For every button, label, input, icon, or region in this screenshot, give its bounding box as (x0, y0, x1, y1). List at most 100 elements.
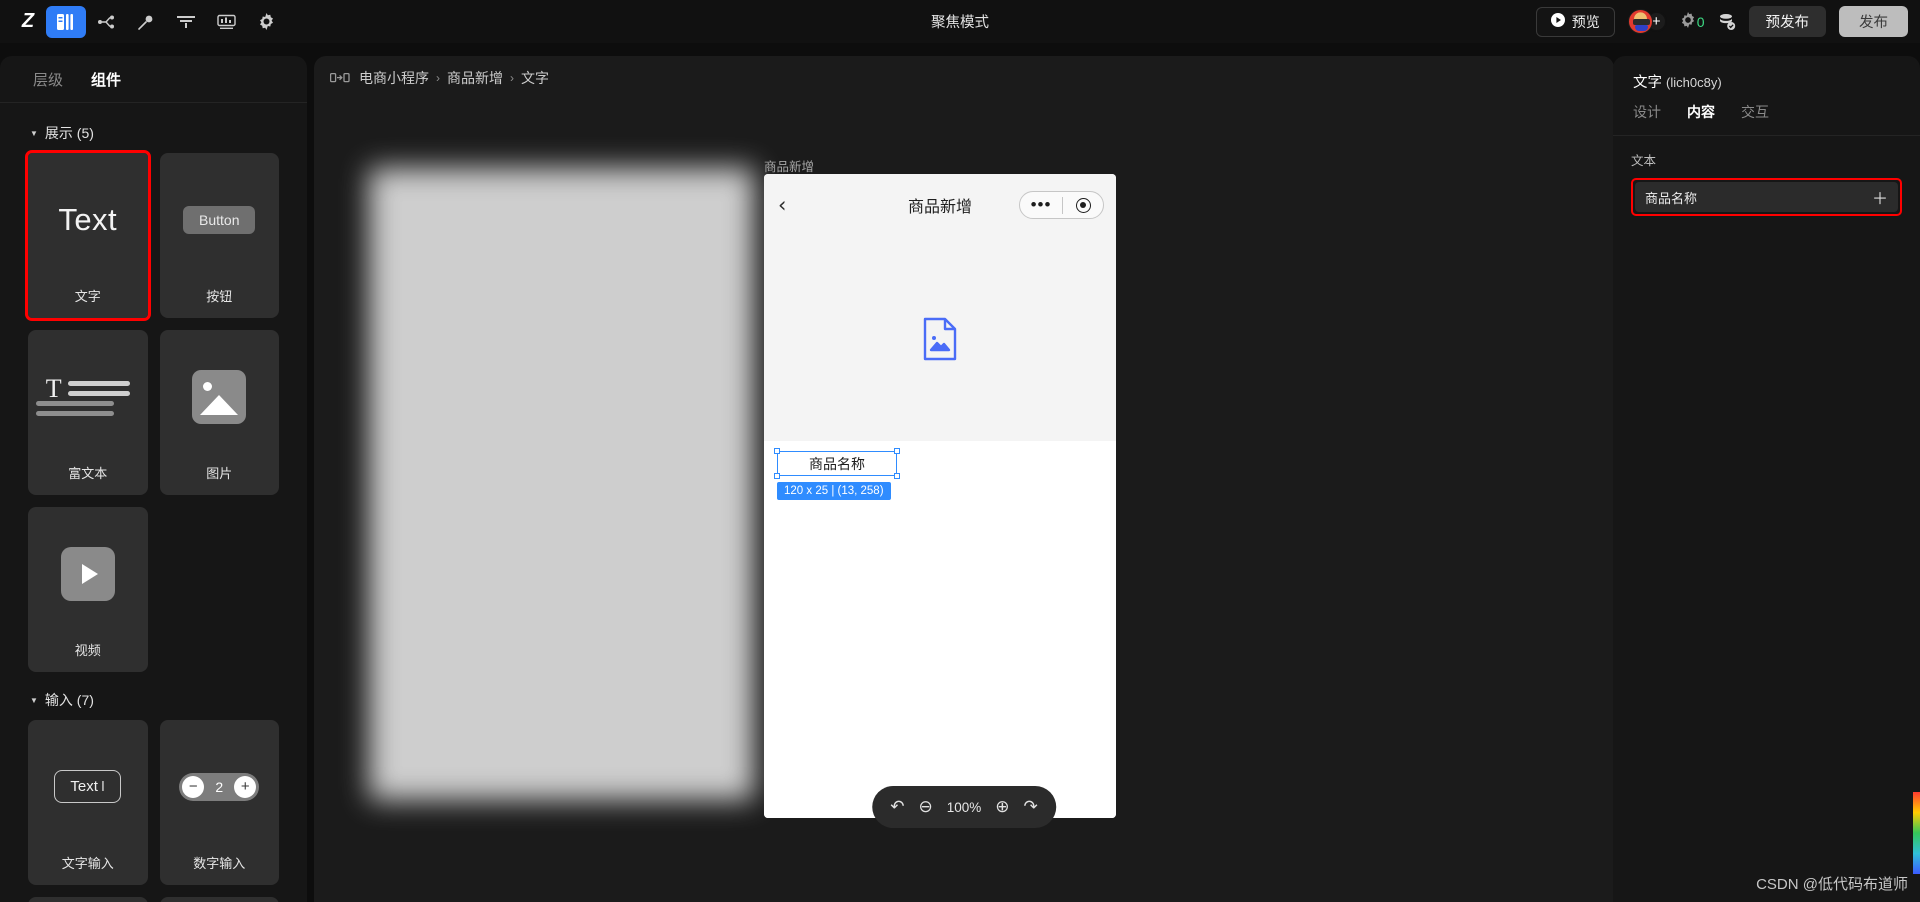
text-value-input[interactable]: 商品名称 ＋ (1635, 182, 1898, 212)
publish-button[interactable]: 发布 (1839, 6, 1908, 37)
component-card-partial-1[interactable] (28, 897, 148, 902)
component-label: 富文本 (68, 466, 108, 481)
component-card-text-input[interactable]: Text I 文字输入 (28, 720, 148, 885)
group-header-display[interactable]: ▼ 展示 (5) (30, 123, 279, 143)
gear-small-icon (1680, 11, 1696, 32)
watermark: CSDN @低代码布道师 (1756, 876, 1908, 893)
more-icon[interactable]: ••• (1020, 196, 1062, 213)
text-lines-icon (35, 378, 130, 416)
resize-handle-tl[interactable] (774, 448, 780, 454)
target-icon[interactable] (1063, 197, 1103, 213)
component-card-image[interactable]: 图片 (159, 330, 280, 495)
components-panel: 层级 组件 ▼ 展示 (5) Text 文字 Button 按钮 T 富文本 图… (0, 56, 307, 902)
selected-text-element[interactable]: 商品名称 (774, 448, 900, 479)
plugin-icon[interactable] (126, 6, 166, 38)
app-logo-icon[interactable]: Z (10, 6, 46, 38)
selection-size-badge: 120 x 25 | (13, 258) (777, 482, 891, 500)
avatar[interactable] (1627, 9, 1653, 34)
component-label: 按钮 (206, 289, 233, 304)
zoom-in-button[interactable]: ⊕ (995, 797, 1009, 817)
component-label: 文字 (74, 289, 101, 304)
letter-t-icon: T (45, 373, 62, 403)
app-root: Z 聚焦模式 预览 + 0 预发布 发布 层级 组件 ▼ 展示 (5) Text… (0, 0, 1920, 902)
properties-panel: 文字 (lich0c8y) 设计 内容 交互 文本 商品名称 ＋ (1613, 56, 1920, 902)
component-grid-display: Text 文字 Button 按钮 T 富文本 图片 视频 (25, 150, 280, 672)
database-status-icon[interactable] (1718, 13, 1736, 31)
design-stage[interactable]: 商品新增 ‹ 商品新增 ••• 商品名称 120 x 25 | (13, 258… (314, 88, 1614, 848)
blurred-page-thumbnail (369, 168, 754, 800)
component-type-label: 文字 (1633, 75, 1662, 91)
toolbar-icon-group: Z (0, 5, 286, 38)
properties-title: 文字 (lich0c8y) (1613, 56, 1920, 102)
properties-tabs: 设计 内容 交互 (1613, 102, 1920, 136)
component-card-number-input[interactable]: − 2 + 数字输入 (159, 720, 280, 885)
chevron-down-icon: ▼ (30, 128, 38, 138)
preview-button[interactable]: 预览 (1535, 6, 1615, 37)
settings-count-value: 0 (1696, 13, 1705, 30)
tab-content[interactable]: 内容 (1687, 102, 1715, 135)
top-toolbar: Z 聚焦模式 预览 + 0 预发布 发布 (0, 0, 1920, 43)
minus-icon: − (182, 775, 205, 798)
breadcrumb-item-component[interactable]: 文字 (521, 68, 549, 88)
numberinput-thumb: − 2 + (160, 720, 280, 853)
breadcrumb-item-app[interactable]: 电商小程序 (359, 68, 429, 88)
settings-count-icon[interactable]: 0 (1680, 11, 1705, 32)
breadcrumb-separator: › (436, 71, 440, 85)
resize-handle-tr[interactable] (894, 448, 900, 454)
resize-handle-br[interactable] (894, 473, 900, 479)
flow-icon[interactable] (86, 6, 126, 38)
group-title: 展示 (5) (44, 125, 94, 141)
canvas-area: 电商小程序 › 商品新增 › 文字 商品新增 ‹ 商品新增 ••• 商品名称 1… (314, 56, 1614, 902)
tab-layers[interactable]: 层级 (33, 69, 63, 90)
component-card-video[interactable]: 视频 (28, 507, 148, 672)
redo-icon[interactable]: ↷ (1024, 797, 1038, 817)
image-icon (192, 369, 247, 424)
data-icon[interactable] (206, 6, 246, 38)
component-label: 数字输入 (193, 856, 246, 871)
add-binding-icon[interactable]: ＋ (1872, 185, 1888, 209)
breadcrumb-item-page[interactable]: 商品新增 (447, 68, 503, 88)
color-strip (1913, 792, 1920, 874)
pages-icon[interactable] (46, 5, 86, 38)
resize-handle-bl[interactable] (774, 473, 780, 479)
image-placeholder-icon (921, 317, 959, 361)
component-card-richtext[interactable]: T 富文本 (28, 330, 148, 495)
tab-design[interactable]: 设计 (1633, 102, 1661, 135)
richtext-thumb: T (28, 330, 148, 463)
gear-icon[interactable] (246, 6, 286, 38)
tab-interaction[interactable]: 交互 (1741, 102, 1769, 135)
image-thumb (160, 330, 280, 463)
zoom-out-button[interactable]: ⊖ (918, 797, 932, 817)
text-content-section: 文本 商品名称 ＋ (1613, 136, 1920, 216)
text-field-highlight: 商品名称 ＋ (1631, 178, 1902, 216)
component-card-button[interactable]: Button 按钮 (159, 153, 280, 318)
section-label: 文本 (1631, 154, 1657, 168)
tab-components[interactable]: 组件 (91, 69, 121, 90)
undo-icon[interactable]: ↶ (890, 797, 904, 817)
component-label: 视频 (74, 643, 101, 658)
app-node-icon (329, 71, 352, 86)
play-icon (60, 546, 115, 601)
chevron-down-icon: ▼ (30, 695, 38, 705)
zoom-level[interactable]: 100% (947, 800, 982, 815)
component-card-partial-2[interactable] (159, 897, 279, 902)
group-header-input[interactable]: ▼ 输入 (7) (30, 690, 279, 710)
group-title: 输入 (7) (44, 692, 94, 708)
zoom-toolbar: ↶ ⊖ 100% ⊕ ↷ (872, 786, 1056, 828)
breadcrumb: 电商小程序 › 商品新增 › 文字 (314, 56, 1614, 88)
component-label: 文字输入 (61, 856, 114, 871)
textinput-thumb: Text I (28, 720, 148, 853)
video-thumb (28, 507, 148, 640)
selected-text-value: 商品名称 (809, 455, 865, 472)
phone-preview[interactable]: ‹ 商品新增 ••• 商品名称 120 x 25 | (13, 258) (764, 174, 1116, 818)
component-label: 图片 (206, 466, 233, 481)
phone-body[interactable]: 商品名称 120 x 25 | (13, 258) (764, 441, 1116, 818)
miniapp-capsule: ••• (1019, 191, 1104, 219)
component-card-text[interactable]: Text 文字 (25, 150, 151, 321)
prepublish-button[interactable]: 预发布 (1748, 6, 1826, 37)
align-icon[interactable] (166, 6, 206, 38)
plus-icon: + (234, 775, 257, 798)
preview-label: 预览 (1571, 13, 1600, 30)
button-thumb: Button (160, 153, 280, 286)
component-grid-input: Text I 文字输入 − 2 + 数字输入 (28, 720, 279, 902)
